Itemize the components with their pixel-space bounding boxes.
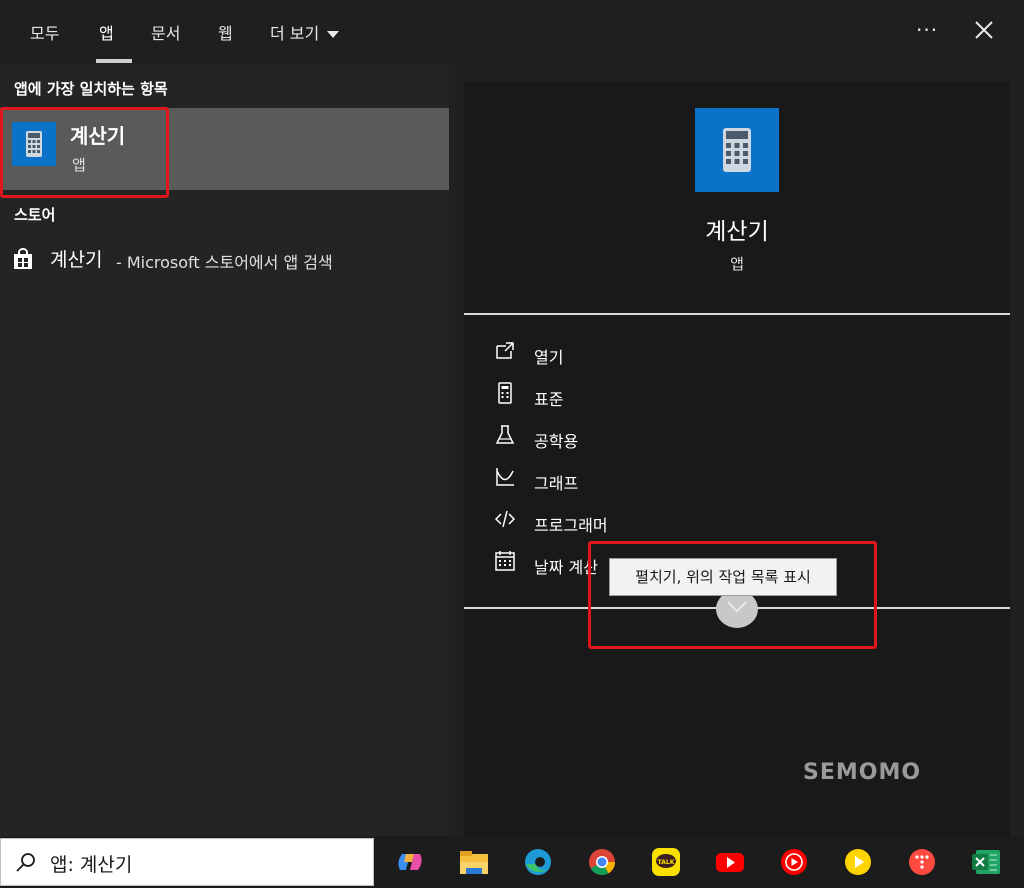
action-standard-label: 표준 (534, 390, 564, 409)
tab-all[interactable]: 모두 (30, 20, 59, 44)
search-query: 앱: 계산기 (50, 854, 133, 876)
file-explorer-icon[interactable] (454, 842, 494, 882)
youtube-music-icon[interactable] (774, 842, 814, 882)
action-open[interactable]: 열기 (494, 340, 814, 367)
code-icon (494, 510, 516, 528)
youtube-icon[interactable] (710, 842, 750, 882)
watermark-text: SEMOMO (803, 760, 922, 785)
app-icon[interactable] (902, 842, 942, 882)
store-item-description: - Microsoft 스토어에서 앱 검색 (116, 253, 333, 272)
play-icon[interactable] (838, 842, 878, 882)
graph-icon (496, 468, 514, 486)
store-item-name: 계산기 (50, 249, 103, 271)
tab-web[interactable]: 웹 (218, 20, 233, 44)
tab-apps[interactable]: 앱 (99, 20, 114, 44)
search-icon (16, 853, 35, 872)
calculator-large-icon (695, 108, 779, 192)
action-open-label: 열기 (534, 348, 564, 367)
action-graph-label: 그래프 (534, 474, 579, 493)
chrome-icon[interactable] (582, 842, 622, 882)
flask-icon (495, 425, 515, 444)
detail-app-name: 계산기 (705, 219, 769, 245)
excel-icon[interactable] (966, 842, 1006, 882)
best-match-heading: 앱에 가장 일치하는 항목 (14, 80, 168, 98)
close-icon[interactable] (972, 18, 996, 42)
action-scientific[interactable]: 공학용 (494, 424, 814, 451)
tab-more[interactable]: 더 보기 (270, 20, 340, 44)
store-bag-icon (14, 248, 32, 269)
copilot-icon[interactable] (390, 842, 430, 882)
edge-icon[interactable] (518, 842, 558, 882)
kakaotalk-icon[interactable]: TALK (646, 842, 686, 882)
action-scientific-label: 공학용 (534, 432, 579, 451)
detail-panel (464, 82, 1010, 836)
tab-documents[interactable]: 문서 (151, 20, 180, 44)
detail-app-type: 앱 (730, 255, 744, 273)
calendar-icon (495, 551, 515, 571)
highlight-box-expand (588, 541, 877, 649)
chevron-down-icon (327, 31, 340, 38)
open-icon (496, 342, 514, 359)
more-options-button[interactable]: ··· (916, 18, 938, 42)
svg-text:TALK: TALK (658, 859, 675, 866)
action-graph[interactable]: 그래프 (494, 466, 814, 493)
action-programmer[interactable]: 프로그래머 (494, 508, 814, 535)
search-tabs-bar: 모두 앱 문서 웹 더 보기 ··· (0, 0, 1024, 64)
highlight-box-best-match (0, 107, 169, 198)
tab-more-label: 더 보기 (270, 24, 320, 43)
action-programmer-label: 프로그래머 (534, 516, 608, 535)
calculator-icon (498, 382, 512, 404)
action-standard[interactable]: 표준 (494, 382, 814, 409)
store-heading: 스토어 (14, 206, 56, 224)
divider-top (464, 313, 1010, 315)
active-tab-indicator (96, 59, 132, 63)
